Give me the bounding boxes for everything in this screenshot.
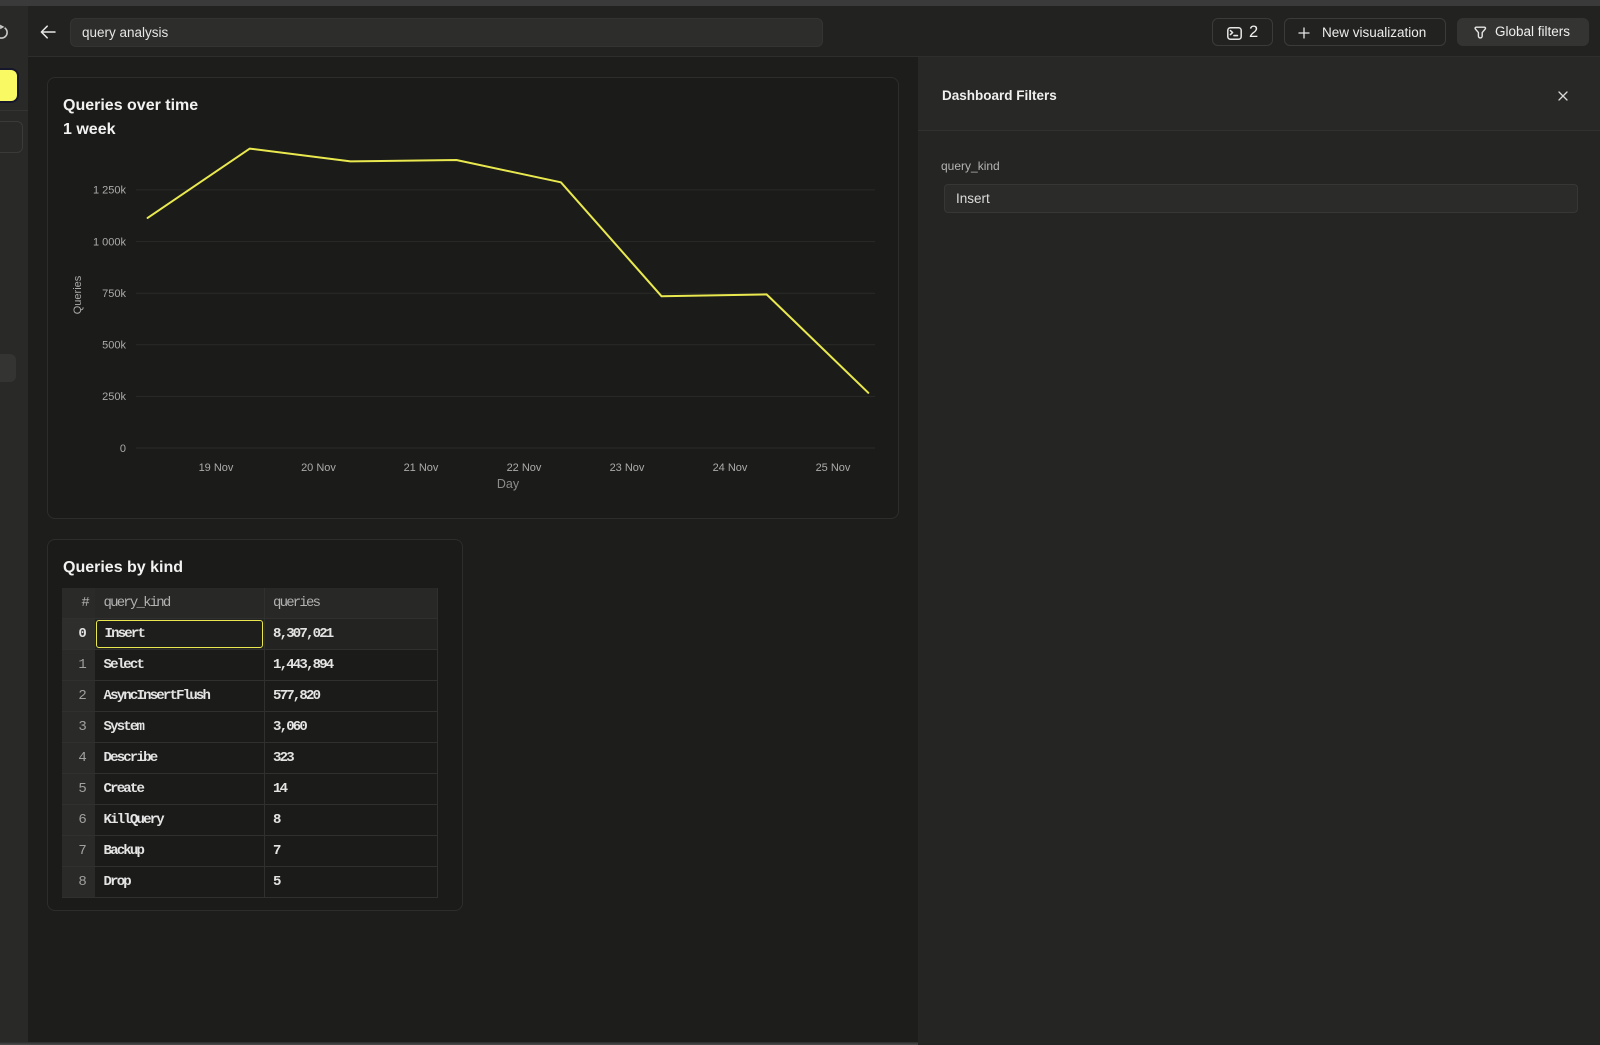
svg-text:22 Nov: 22 Nov: [507, 462, 542, 474]
svg-text:20 Nov: 20 Nov: [301, 462, 336, 474]
svg-text:21 Nov: 21 Nov: [404, 462, 439, 474]
svg-text:Day: Day: [497, 477, 520, 491]
svg-text:750k: 750k: [102, 288, 126, 300]
svg-text:25 Nov: 25 Nov: [816, 462, 851, 474]
svg-text:500k: 500k: [102, 340, 126, 352]
svg-text:1 000k: 1 000k: [93, 236, 127, 248]
svg-text:19 Nov: 19 Nov: [199, 462, 234, 474]
svg-text:23 Nov: 23 Nov: [610, 462, 645, 474]
svg-text:250k: 250k: [102, 391, 126, 403]
svg-text:24 Nov: 24 Nov: [713, 462, 748, 474]
svg-text:1 250k: 1 250k: [93, 185, 127, 197]
svg-text:0: 0: [120, 443, 126, 455]
svg-text:Queries: Queries: [72, 275, 84, 314]
